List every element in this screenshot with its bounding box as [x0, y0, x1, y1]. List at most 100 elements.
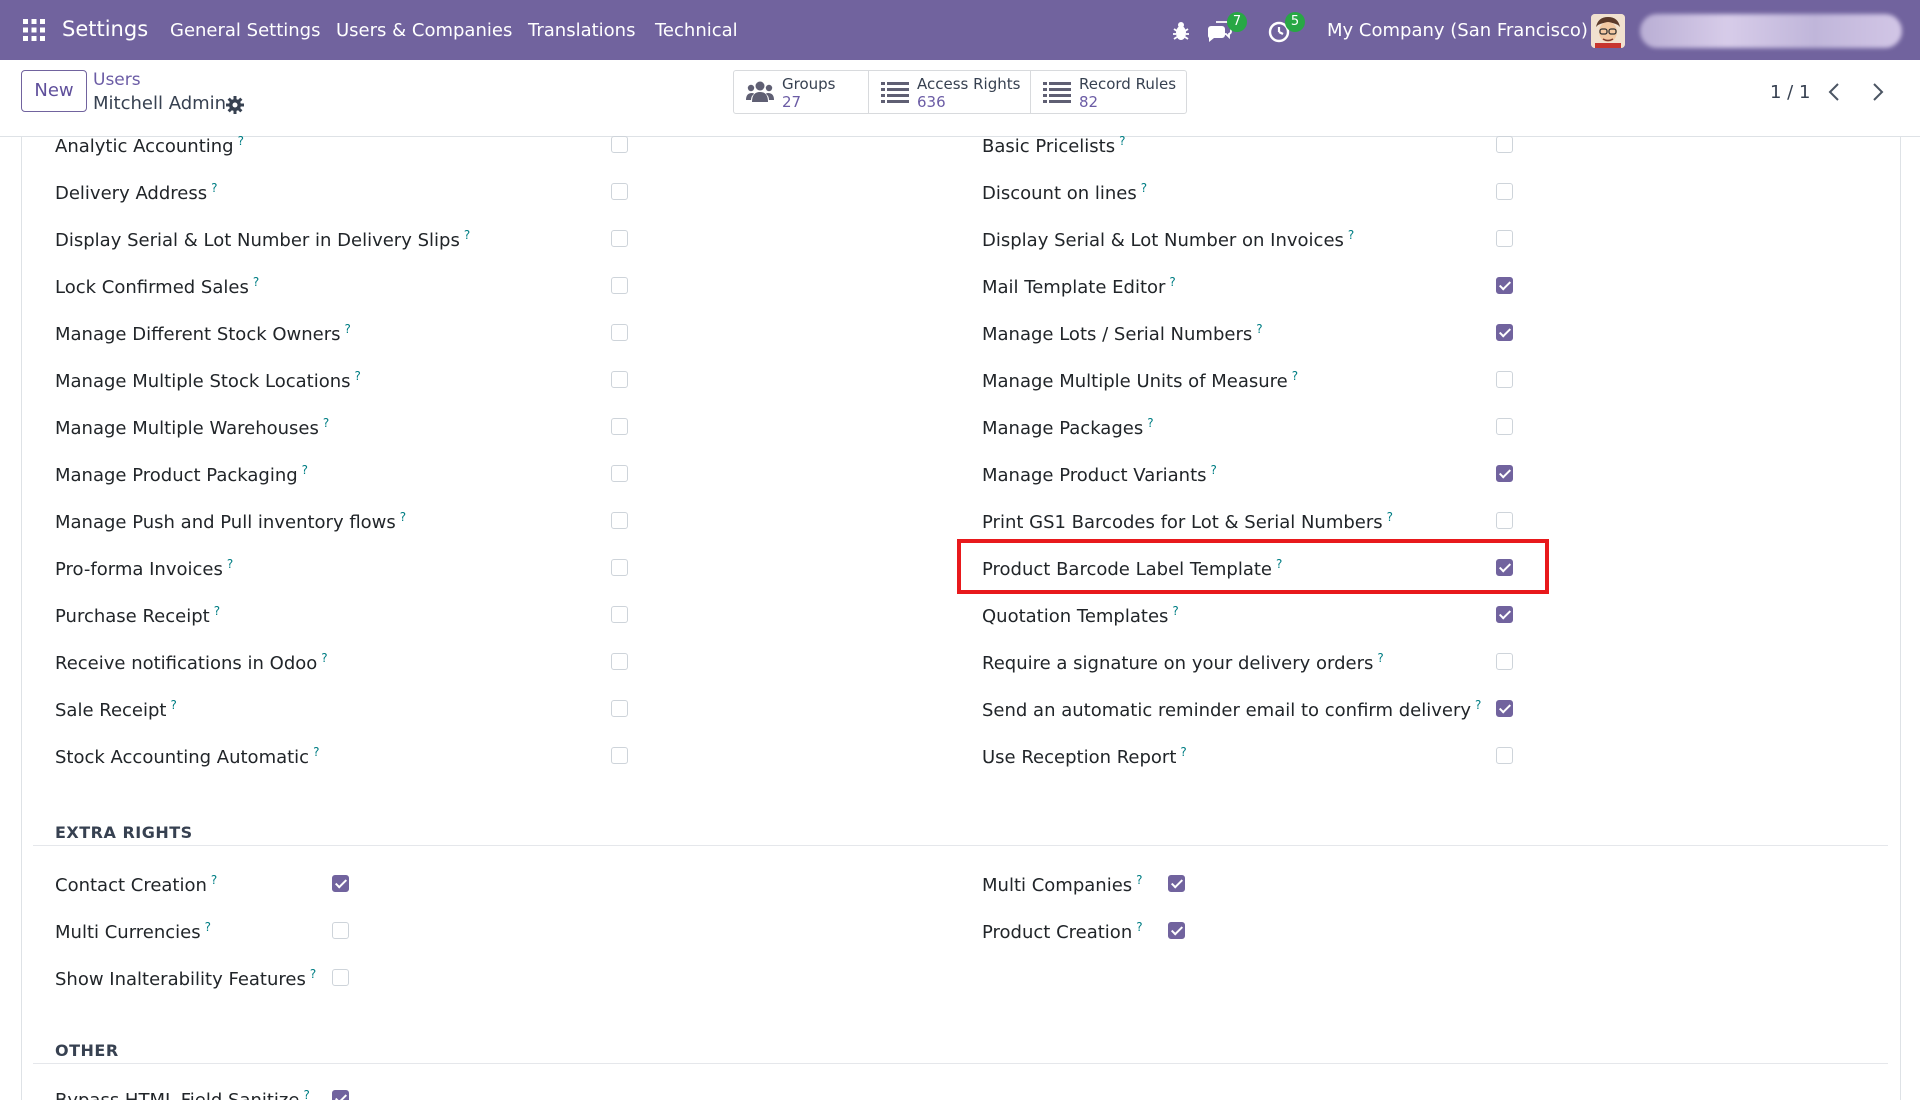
- help-tooltip-icon[interactable]: ?: [1136, 920, 1142, 934]
- help-tooltip-icon[interactable]: ?: [302, 463, 308, 477]
- chevron-left-icon[interactable]: [1823, 80, 1847, 104]
- help-tooltip-icon[interactable]: ?: [1169, 275, 1175, 289]
- help-tooltip-icon[interactable]: ?: [211, 873, 217, 887]
- access-right-checkbox-bypass-html-field-sanitize[interactable]: [332, 1090, 349, 1100]
- access-right-checkbox-purchase-receipt[interactable]: [611, 606, 628, 623]
- company-switcher[interactable]: My Company (San Francisco): [1327, 20, 1588, 41]
- new-button[interactable]: New: [21, 70, 87, 112]
- help-tooltip-icon[interactable]: ?: [355, 369, 361, 383]
- access-right-checkbox-show-inalterability-features[interactable]: [332, 969, 349, 986]
- access-right-checkbox-print-gs1-barcodes-for-lot-serial-numbers[interactable]: [1496, 512, 1513, 529]
- help-tooltip-icon[interactable]: ?: [1172, 604, 1178, 618]
- help-tooltip-icon[interactable]: ?: [1292, 369, 1298, 383]
- access-right-checkbox-product-barcode-label-template[interactable]: [1496, 559, 1513, 576]
- help-tooltip-icon[interactable]: ?: [205, 920, 211, 934]
- access-right-checkbox-manage-product-packaging[interactable]: [611, 465, 628, 482]
- access-right-row: Manage Different Stock Owners?: [55, 318, 641, 348]
- help-tooltip-icon[interactable]: ?: [310, 967, 316, 981]
- access-right-checkbox-quotation-templates[interactable]: [1496, 606, 1513, 623]
- access-right-checkbox-contact-creation[interactable]: [332, 875, 349, 892]
- smart-button-value: 636: [917, 93, 946, 111]
- access-right-checkbox-display-serial-lot-number-in-delivery-slips[interactable]: [611, 230, 628, 247]
- access-right-checkbox-delivery-address[interactable]: [611, 183, 628, 200]
- user-avatar[interactable]: [1591, 14, 1625, 48]
- access-right-checkbox-multi-companies[interactable]: [1168, 875, 1185, 892]
- record-rules-smart-button[interactable]: Record Rules 82: [1031, 71, 1186, 113]
- help-tooltip-icon[interactable]: ?: [400, 510, 406, 524]
- help-tooltip-icon[interactable]: ?: [170, 698, 176, 712]
- access-right-label-text: Bypass HTML Field Sanitize: [55, 1090, 299, 1100]
- access-right-checkbox-display-serial-lot-number-on-invoices[interactable]: [1496, 230, 1513, 247]
- help-tooltip-icon[interactable]: ?: [1141, 181, 1147, 195]
- chevron-right-icon[interactable]: [1865, 80, 1889, 104]
- menu-users-companies[interactable]: Users & Companies: [336, 20, 512, 41]
- bug-icon[interactable]: [1166, 16, 1196, 46]
- access-right-checkbox-product-creation[interactable]: [1168, 922, 1185, 939]
- help-tooltip-icon[interactable]: ?: [1136, 873, 1142, 887]
- access-right-row: Pro-forma Invoices?: [55, 553, 641, 583]
- access-right-checkbox-receive-notifications-in-odoo[interactable]: [611, 653, 628, 670]
- access-right-label-manage-lots-serial-numbers: Manage Lots / Serial Numbers?: [982, 322, 1263, 345]
- help-tooltip-icon[interactable]: ?: [1256, 322, 1262, 336]
- access-right-label-manage-product-variants: Manage Product Variants?: [982, 463, 1217, 486]
- help-tooltip-icon[interactable]: ?: [1377, 651, 1383, 665]
- help-tooltip-icon[interactable]: ?: [345, 322, 351, 336]
- access-right-checkbox-use-reception-report[interactable]: [1496, 747, 1513, 764]
- access-right-row: Manage Multiple Units of Measure?: [982, 365, 1526, 395]
- access-right-checkbox-multi-currencies[interactable]: [332, 922, 349, 939]
- access-right-checkbox-analytic-accounting[interactable]: [611, 136, 628, 153]
- groups-smart-button[interactable]: Groups 27: [734, 71, 869, 113]
- access-right-row: Manage Lots / Serial Numbers?: [982, 318, 1526, 348]
- help-tooltip-icon[interactable]: ?: [313, 745, 319, 759]
- access-right-checkbox-pro-forma-invoices[interactable]: [611, 559, 628, 576]
- breadcrumb-users[interactable]: Users: [93, 70, 141, 90]
- help-tooltip-icon[interactable]: ?: [321, 651, 327, 665]
- access-right-checkbox-send-an-automatic-reminder-email-to-confirm-delivery[interactable]: [1496, 700, 1513, 717]
- access-right-checkbox-manage-push-and-pull-inventory-flows[interactable]: [611, 512, 628, 529]
- gear-icon[interactable]: [225, 95, 245, 115]
- access-right-checkbox-manage-lots-serial-numbers[interactable]: [1496, 324, 1513, 341]
- pager-value[interactable]: 1 / 1: [1770, 82, 1810, 103]
- help-tooltip-icon[interactable]: ?: [1211, 463, 1217, 477]
- menu-technical[interactable]: Technical: [655, 20, 738, 41]
- help-tooltip-icon[interactable]: ?: [1180, 745, 1186, 759]
- help-tooltip-icon[interactable]: ?: [1276, 557, 1282, 571]
- help-tooltip-icon[interactable]: ?: [1387, 510, 1393, 524]
- access-rights-smart-button[interactable]: Access Rights 636: [869, 71, 1031, 113]
- user-menu[interactable]: [1640, 14, 1902, 48]
- access-right-checkbox-manage-multiple-units-of-measure[interactable]: [1496, 371, 1513, 388]
- help-tooltip-icon[interactable]: ?: [214, 604, 220, 618]
- access-right-checkbox-manage-multiple-stock-locations[interactable]: [611, 371, 628, 388]
- access-right-checkbox-sale-receipt[interactable]: [611, 700, 628, 717]
- help-tooltip-icon[interactable]: ?: [1475, 698, 1481, 712]
- menu-general-settings[interactable]: General Settings: [170, 20, 321, 41]
- access-right-label-text: Manage Packages: [982, 418, 1144, 439]
- access-right-checkbox-lock-confirmed-sales[interactable]: [611, 277, 628, 294]
- help-tooltip-icon[interactable]: ?: [1147, 416, 1153, 430]
- access-right-checkbox-require-a-signature-on-your-delivery-orders[interactable]: [1496, 653, 1513, 670]
- access-right-checkbox-basic-pricelists[interactable]: [1496, 136, 1513, 153]
- app-title[interactable]: Settings: [62, 17, 148, 41]
- access-right-checkbox-manage-different-stock-owners[interactable]: [611, 324, 628, 341]
- access-right-checkbox-manage-multiple-warehouses[interactable]: [611, 418, 628, 435]
- help-tooltip-icon[interactable]: ?: [227, 557, 233, 571]
- help-tooltip-icon[interactable]: ?: [211, 181, 217, 195]
- help-tooltip-icon[interactable]: ?: [1348, 228, 1354, 242]
- access-right-checkbox-stock-accounting-automatic[interactable]: [611, 747, 628, 764]
- help-tooltip-icon[interactable]: ?: [323, 416, 329, 430]
- access-right-label-manage-multiple-units-of-measure: Manage Multiple Units of Measure?: [982, 369, 1298, 392]
- help-tooltip-icon[interactable]: ?: [238, 134, 244, 148]
- access-right-checkbox-mail-template-editor[interactable]: [1496, 277, 1513, 294]
- help-tooltip-icon[interactable]: ?: [253, 275, 259, 289]
- access-right-label-text: Multi Companies: [982, 875, 1133, 896]
- menu-translations[interactable]: Translations: [528, 20, 635, 41]
- help-tooltip-icon[interactable]: ?: [303, 1088, 309, 1100]
- apps-grid-icon[interactable]: [22, 18, 46, 42]
- help-tooltip-icon[interactable]: ?: [1119, 134, 1125, 148]
- access-right-checkbox-manage-packages[interactable]: [1496, 418, 1513, 435]
- access-right-checkbox-discount-on-lines[interactable]: [1496, 183, 1513, 200]
- access-right-label-text: Manage Multiple Units of Measure: [982, 371, 1288, 392]
- access-right-checkbox-manage-product-variants[interactable]: [1496, 465, 1513, 482]
- help-tooltip-icon[interactable]: ?: [464, 228, 470, 242]
- access-right-label-quotation-templates: Quotation Templates?: [982, 604, 1179, 627]
